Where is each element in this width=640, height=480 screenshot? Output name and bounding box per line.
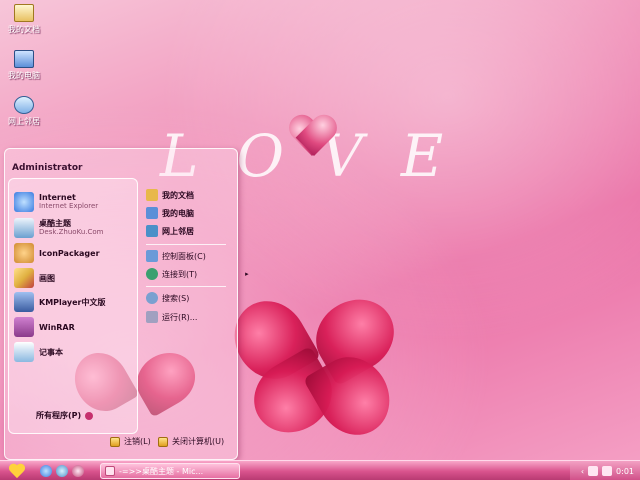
start-menu-username: Administrator	[12, 163, 83, 173]
network-icon	[146, 225, 158, 237]
desktop-icon-my-computer[interactable]: 我的电脑	[4, 50, 44, 81]
folder-icon	[14, 4, 34, 22]
system-label: 连接到(T)	[162, 269, 198, 279]
program-label: 画图	[39, 273, 55, 283]
program-label: 桌酷主题	[39, 219, 71, 228]
places-label: 网上邻居	[162, 226, 194, 236]
program-kmplayer[interactable]: KMPlayer中文版	[14, 292, 106, 312]
program-label: Internet	[39, 193, 76, 202]
chevron-left-icon[interactable]: ‹	[581, 467, 584, 476]
submenu-arrow-icon: ▸	[245, 270, 249, 278]
control-panel-item[interactable]: 控制面板(C)	[146, 250, 206, 262]
ie-icon[interactable]	[40, 465, 52, 477]
program-winrar[interactable]: WinRAR	[14, 317, 75, 337]
places-label: 我的文档	[162, 190, 194, 200]
winrar-icon	[14, 317, 34, 337]
program-label: 记事本	[39, 347, 63, 357]
system-label: 控制面板(C)	[162, 251, 206, 261]
folder-icon	[146, 189, 158, 201]
program-paint[interactable]: 画图	[14, 268, 55, 288]
search-item[interactable]: 搜索(S)	[146, 292, 189, 304]
notepad-icon	[14, 342, 34, 362]
arrow-right-icon	[85, 411, 94, 420]
places-label: 我的电脑	[162, 208, 194, 218]
desktop-icon-label: 我的文档	[8, 25, 40, 34]
logoff-label: 注销(L)	[124, 437, 151, 446]
connect-icon	[146, 268, 158, 280]
run-item[interactable]: 运行(R)...	[146, 311, 197, 323]
paint-icon	[14, 268, 34, 288]
taskbar: -=>>桌酷主题 - Mic... ‹ 0:01	[0, 460, 640, 480]
theme-icon	[14, 218, 34, 238]
program-notepad[interactable]: 记事本	[14, 342, 63, 362]
desktop-icon[interactable]	[72, 465, 84, 477]
desktop-icon-network[interactable]: 网上邻居	[4, 96, 44, 127]
program-label: WinRAR	[39, 322, 75, 332]
shutdown-button[interactable]: 关闭计算机(U)	[158, 436, 224, 447]
all-programs-button[interactable]: 所有程序(P)	[36, 410, 94, 421]
desktop-icon-label: 我的电脑	[8, 71, 40, 80]
clock[interactable]: 0:01	[616, 467, 634, 476]
key-icon	[110, 436, 120, 447]
run-icon	[146, 311, 158, 323]
volume-icon[interactable]	[588, 466, 599, 476]
desktop-icon-label: 网上邻居	[8, 117, 40, 126]
program-sublabel: Desk.ZhuoKu.Com	[39, 228, 104, 236]
network-icon	[14, 96, 34, 114]
task-button-zhuoku[interactable]: -=>>桌酷主题 - Mic...	[100, 463, 240, 479]
heart-icon	[8, 464, 26, 478]
ie-icon	[14, 192, 34, 212]
places-network[interactable]: 网上邻居	[146, 225, 194, 237]
window-icon	[105, 466, 115, 476]
system-tray: ‹ 0:01	[570, 461, 640, 480]
start-button[interactable]	[4, 463, 30, 479]
network-status-icon[interactable]	[602, 466, 613, 476]
program-label: IconPackager	[39, 248, 100, 258]
menu-separator	[146, 286, 226, 287]
program-iconpackager[interactable]: IconPackager	[14, 243, 100, 263]
places-my-computer[interactable]: 我的电脑	[146, 207, 194, 219]
menu-separator	[146, 244, 226, 245]
tools-label: 运行(R)...	[162, 312, 198, 322]
task-label: -=>>桌酷主题 - Mic...	[119, 466, 204, 476]
power-icon	[158, 436, 168, 447]
places-my-documents[interactable]: 我的文档	[146, 189, 194, 201]
logoff-button[interactable]: 注销(L)	[110, 436, 151, 447]
kmplayer-icon	[14, 292, 34, 312]
program-label: KMPlayer中文版	[39, 297, 106, 307]
connect-to-item[interactable]: 连接到(T) ▸	[146, 268, 249, 280]
computer-icon	[14, 50, 34, 68]
control-panel-icon	[146, 250, 158, 262]
wallpaper-heart	[288, 116, 336, 164]
all-programs-label: 所有程序(P)	[36, 411, 82, 420]
iconpackager-icon	[14, 243, 34, 263]
computer-icon	[146, 207, 158, 219]
program-sublabel: Internet Explorer	[39, 202, 99, 210]
program-internet-explorer[interactable]: Internet Internet Explorer	[14, 192, 98, 212]
globe-icon[interactable]	[56, 465, 68, 477]
program-zhuoku-theme[interactable]: 桌酷主题 Desk.ZhuoKu.Com	[14, 218, 103, 238]
search-icon	[146, 292, 158, 304]
tools-label: 搜索(S)	[162, 293, 190, 303]
shutdown-label: 关闭计算机(U)	[172, 437, 225, 446]
desktop-icon-my-documents[interactable]: 我的文档	[4, 4, 44, 35]
